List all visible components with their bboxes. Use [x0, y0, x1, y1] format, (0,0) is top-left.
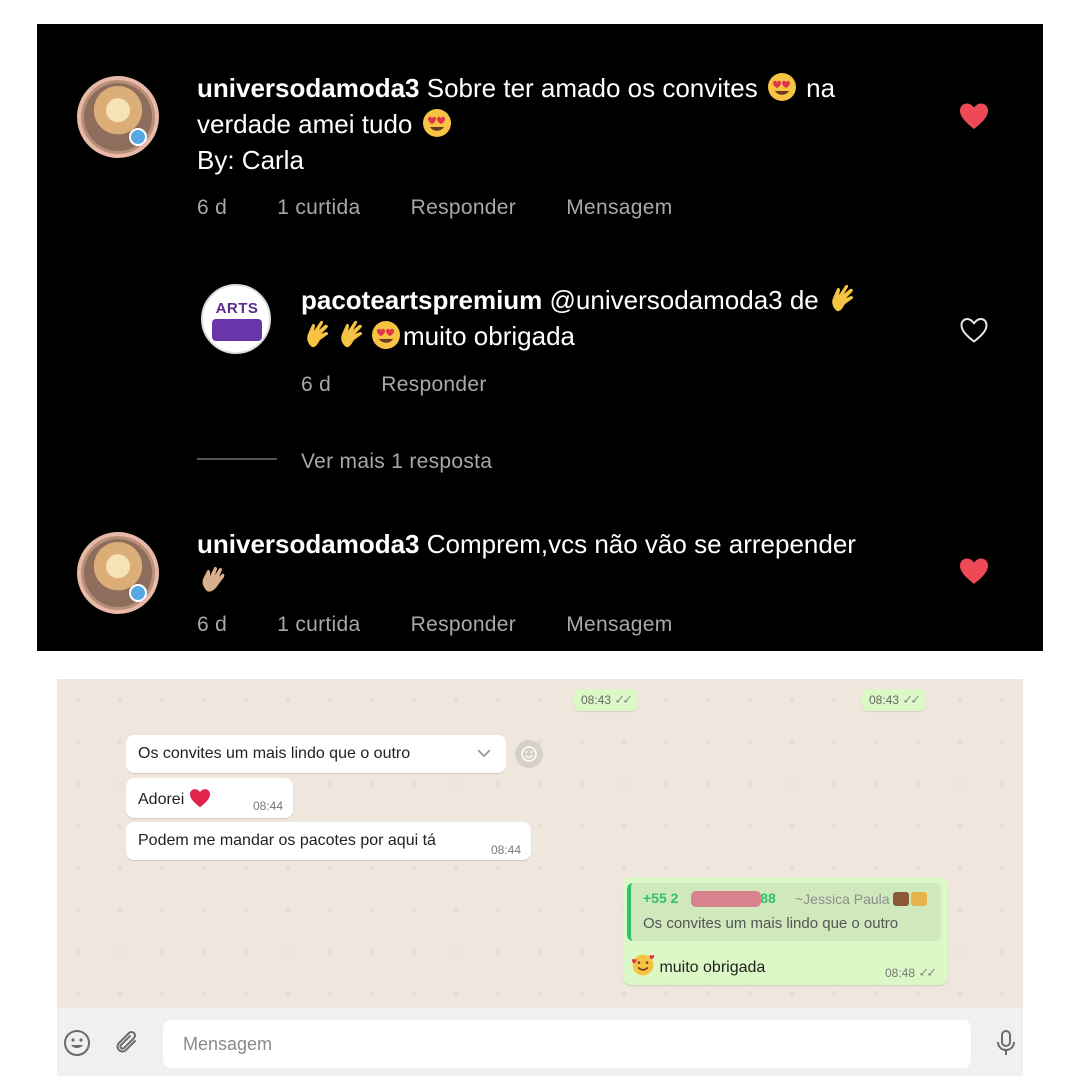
message-time: 08:44	[491, 843, 522, 857]
quoted-message[interactable]: +55 2 888 ~Jessica Paula Os convites um m…	[627, 883, 941, 941]
chevron-down-icon[interactable]	[476, 746, 492, 760]
double-check-icon: ✓✓	[902, 692, 921, 707]
reply-button[interactable]: Responder	[381, 373, 486, 396]
message-text: Adorei	[138, 788, 211, 809]
incoming-message[interactable]: Podem me mandar os pacotes por aqui tá 0…	[126, 822, 531, 860]
clapping-hands-emoji-icon	[341, 320, 363, 348]
message-time: 08:43 ✓✓	[573, 689, 639, 711]
quoted-sender-name: ~Jessica Paula	[795, 891, 928, 907]
emoji-picker-icon[interactable]	[63, 1029, 91, 1057]
message-composer: Mensagem	[57, 1008, 1023, 1076]
people-emoji-icon	[911, 892, 928, 906]
red-heart-emoji-icon	[189, 789, 210, 808]
comment-meta: 6 d 1 curtida Responder Mensagem	[197, 613, 717, 637]
message-input[interactable]: Mensagem	[163, 1020, 971, 1068]
message-text: Podem me mandar os pacotes por aqui tá	[138, 832, 436, 849]
comment-username[interactable]: universodamoda3	[197, 529, 420, 559]
heart-eyes-emoji-icon	[422, 109, 451, 137]
double-check-icon: ✓✓	[614, 692, 633, 707]
comment-username[interactable]: universodamoda3	[197, 73, 420, 103]
comment-text: universodamoda3 Sobre ter amado os convi…	[197, 73, 836, 175]
message-button[interactable]: Mensagem	[566, 613, 672, 636]
incoming-message[interactable]: Adorei 08:44	[126, 778, 293, 818]
instagram-comments-panel: universodamoda3 Sobre ter amado os convi…	[37, 24, 1043, 651]
message-time: 08:48 ✓✓	[885, 965, 937, 980]
view-more-divider	[197, 458, 277, 460]
whatsapp-chat-panel: 08:43 ✓✓ 08:43 ✓✓ Os convites um mais li…	[57, 679, 1023, 1076]
heart-eyes-emoji-icon	[372, 321, 400, 349]
view-more-replies-button[interactable]: Ver mais 1 resposta	[301, 450, 492, 474]
like-heart-filled-icon[interactable]	[959, 102, 989, 130]
comment-time: 6 d	[301, 373, 332, 396]
reply-button[interactable]: Responder	[411, 613, 516, 636]
avatar[interactable]: ARTS	[201, 284, 271, 354]
comment-meta: 6 d 1 curtida Responder Mensagem	[197, 196, 717, 220]
message-time: 08:43 ✓✓	[861, 689, 927, 711]
smiling-hearts-emoji-icon	[631, 954, 655, 976]
clapping-hands-emoji-icon	[832, 284, 854, 312]
comment-time: 6 d	[197, 196, 228, 219]
outgoing-reply-message[interactable]: +55 2 888 ~Jessica Paula Os convites um m…	[623, 877, 948, 985]
incoming-message[interactable]: Os convites um mais lindo que o outro	[126, 735, 506, 773]
likes-count-button[interactable]: 1 curtida	[277, 196, 360, 219]
clapping-hands-emoji-icon	[307, 320, 329, 348]
avatar[interactable]	[77, 532, 159, 614]
heart-eyes-emoji-icon	[767, 73, 796, 101]
comment-time: 6 d	[197, 613, 228, 636]
comment-username[interactable]: pacoteartspremium	[301, 285, 542, 315]
quoted-text: Os convites um mais lindo que o outro	[643, 915, 899, 932]
microphone-icon[interactable]	[995, 1029, 1017, 1057]
waving-hand-emoji-icon	[202, 566, 225, 592]
message-button[interactable]: Mensagem	[566, 196, 672, 219]
reply-button[interactable]: Responder	[411, 196, 516, 219]
avatar[interactable]	[77, 76, 159, 158]
redacted-phone-block	[691, 891, 761, 907]
like-heart-filled-icon[interactable]	[959, 557, 989, 585]
paperclip-icon[interactable]	[113, 1028, 143, 1058]
comment-meta: 6 d Responder	[301, 373, 531, 397]
message-time: 08:44	[253, 799, 284, 813]
likes-count-button[interactable]: 1 curtida	[277, 613, 360, 636]
emoji-reaction-icon[interactable]	[514, 739, 544, 769]
like-heart-outline-icon[interactable]	[959, 316, 989, 344]
comment-text: universodamoda3 Comprem,vcs não vão se a…	[197, 526, 937, 598]
message-text: muito obrigada	[631, 953, 765, 977]
people-emoji-icon	[893, 892, 910, 906]
message-text: Os convites um mais lindo que o outro	[138, 745, 411, 762]
double-check-icon: ✓✓	[918, 965, 937, 980]
comment-text: pacoteartspremium @universodamoda3 de mu…	[301, 282, 921, 354]
